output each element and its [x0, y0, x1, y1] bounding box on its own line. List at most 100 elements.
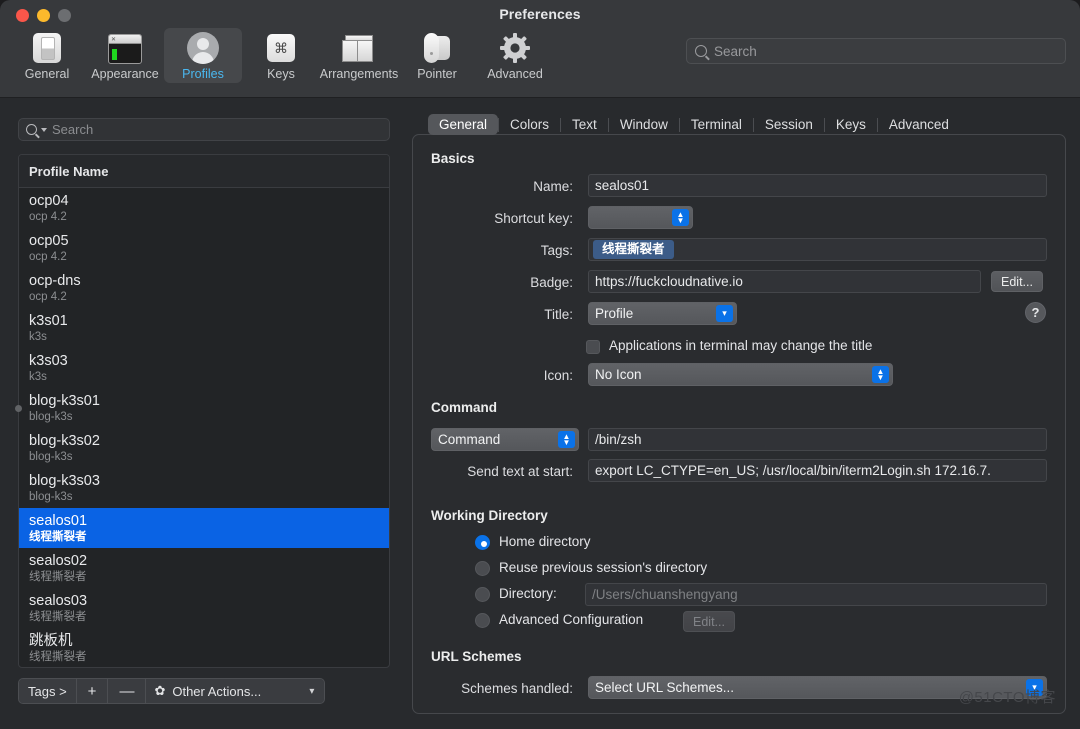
chevron-down-icon: ▾ [716, 305, 733, 322]
tab-session[interactable]: Session [754, 114, 824, 135]
profile-row-blog-k3s01[interactable]: blog-k3s01 blog-k3s [19, 388, 389, 428]
title-label: Title: [433, 307, 573, 322]
shortcut-key-select[interactable]: ▲▼ [588, 206, 693, 229]
general-icon [30, 32, 64, 64]
keys-icon: ⌘ [264, 32, 298, 64]
profile-row-sealos03[interactable]: sealos03 线程撕裂者 [19, 588, 389, 628]
preferences-window: Preferences General ✕ Appearance Profile… [0, 0, 1080, 729]
radio-advanced-configuration[interactable] [475, 613, 490, 628]
profile-row-blog-k3s03[interactable]: blog-k3s03 blog-k3s [19, 468, 389, 508]
toolbar-label: Advanced [487, 67, 543, 81]
profile-list-toolbar: Tags > + — ✿ Other Actions... ▾ [18, 678, 325, 704]
toolbar-item-pointer[interactable]: Pointer [398, 28, 476, 83]
profile-row-ocp04[interactable]: ocp04 ocp 4.2 [19, 188, 389, 228]
arrangements-icon [342, 32, 376, 64]
badge-edit-button[interactable]: Edit... [991, 271, 1043, 292]
detail-tabbar: General Colors Text Window Terminal Sess… [428, 113, 960, 136]
toolbar-label: Pointer [417, 67, 457, 81]
toolbar-label: Keys [267, 67, 295, 81]
tag-pill[interactable]: 线程撕裂者 [593, 240, 674, 259]
profile-name: blog-k3s03 [29, 473, 389, 490]
command-type-value: Command [438, 432, 500, 447]
other-actions-button[interactable]: ✿ Other Actions... ▾ [146, 679, 324, 703]
toolbar-item-arrangements[interactable]: Arrangements [320, 28, 398, 83]
profile-tag: ocp 4.2 [29, 290, 389, 305]
profile-row-sealos01[interactable]: sealos01 线程撕裂者 [19, 508, 389, 548]
column-header-profile-name: Profile Name [29, 164, 108, 179]
title-bar: Preferences General ✕ Appearance Profile… [0, 0, 1080, 98]
title-help-button[interactable]: ? [1025, 302, 1046, 323]
tab-window[interactable]: Window [609, 114, 679, 135]
toolbar-item-profiles[interactable]: Profiles [164, 28, 242, 83]
profile-tag: 线程撕裂者 [29, 650, 389, 665]
toolbar-item-keys[interactable]: ⌘ Keys [242, 28, 320, 83]
toolbar-item-advanced[interactable]: Advanced [476, 28, 554, 83]
tags-input[interactable]: 线程撕裂者 [588, 238, 1047, 261]
icon-label: Icon: [433, 368, 573, 383]
badge-input[interactable]: https://fuckcloudnative.io [588, 270, 981, 293]
profile-tag: blog-k3s [29, 450, 389, 465]
watermark: @51CTO博客 [959, 686, 1056, 707]
title-select[interactable]: Profile ▾ [588, 302, 737, 325]
profile-tag: 线程撕裂者 [29, 570, 389, 585]
radio-reuse-previous-directory-label: Reuse previous session's directory [499, 560, 707, 575]
profile-row-tiaobanji[interactable]: 跳板机 线程撕裂者 [19, 628, 389, 668]
toolbar-label: Arrangements [320, 67, 399, 81]
default-profile-indicator-icon [15, 405, 22, 412]
title-value: Profile [595, 306, 633, 321]
profile-tag: k3s [29, 370, 389, 385]
tab-terminal[interactable]: Terminal [680, 114, 753, 135]
badge-label: Badge: [433, 275, 573, 290]
profile-tag: blog-k3s [29, 490, 389, 505]
profile-row-k3s03[interactable]: k3s03 k3s [19, 348, 389, 388]
radio-home-directory[interactable] [475, 535, 490, 550]
profile-search-input[interactable]: Search [18, 118, 390, 141]
radio-advanced-configuration-label: Advanced Configuration [499, 612, 643, 627]
profile-row-blog-k3s02[interactable]: blog-k3s02 blog-k3s [19, 428, 389, 468]
send-text-at-start-input[interactable]: export LC_CTYPE=en_US; /usr/local/bin/it… [588, 459, 1047, 482]
profile-name: sealos01 [29, 513, 389, 530]
add-profile-button[interactable]: + [77, 679, 109, 703]
preferences-toolbar: General ✕ Appearance Profiles ⌘ Keys [8, 28, 554, 83]
other-actions-label: Other Actions... [172, 684, 261, 699]
profile-row-sealos02[interactable]: sealos02 线程撕裂者 [19, 548, 389, 588]
tab-colors[interactable]: Colors [499, 114, 560, 135]
remove-profile-button[interactable]: — [108, 679, 146, 703]
app-may-change-title-checkbox[interactable] [586, 340, 600, 354]
toolbar-item-appearance[interactable]: ✕ Appearance [86, 28, 164, 83]
toolbar-item-general[interactable]: General [8, 28, 86, 83]
radio-directory[interactable] [475, 587, 490, 602]
schemes-handled-label: Schemes handled: [425, 681, 573, 696]
tab-keys[interactable]: Keys [825, 114, 877, 135]
icon-select[interactable]: No Icon ▲▼ [588, 363, 893, 386]
schemes-handled-value: Select URL Schemes... [595, 680, 734, 695]
app-may-change-title-label: Applications in terminal may change the … [609, 338, 872, 353]
profile-tag: blog-k3s [29, 410, 389, 425]
shortcut-key-label: Shortcut key: [433, 211, 573, 226]
stepper-icon: ▲▼ [672, 209, 689, 226]
tab-general[interactable]: General [428, 114, 498, 135]
preferences-search-field[interactable]: Search [686, 38, 1066, 64]
radio-reuse-previous-directory[interactable] [475, 561, 490, 576]
profile-tag: 线程撕裂者 [29, 610, 389, 625]
profile-list-body: ocp04 ocp 4.2 ocp05 ocp 4.2 ocp-dns ocp … [19, 188, 389, 668]
directory-input[interactable]: /Users/chuanshengyang [585, 583, 1047, 606]
profile-row-ocp05[interactable]: ocp05 ocp 4.2 [19, 228, 389, 268]
name-label: Name: [433, 179, 573, 194]
profile-name: ocp04 [29, 193, 389, 210]
profile-list: Profile Name ocp04 ocp 4.2 ocp05 ocp 4.2… [18, 154, 390, 668]
command-input[interactable]: /bin/zsh [588, 428, 1047, 451]
profile-row-ocp-dns[interactable]: ocp-dns ocp 4.2 [19, 268, 389, 308]
tab-text[interactable]: Text [561, 114, 608, 135]
command-type-select[interactable]: Command ▲▼ [431, 428, 579, 451]
profile-tag: 线程撕裂者 [29, 530, 389, 545]
tags-button[interactable]: Tags > [19, 679, 77, 703]
section-heading-url-schemes: URL Schemes [431, 649, 522, 664]
tab-advanced[interactable]: Advanced [878, 114, 960, 135]
profile-name: ocp-dns [29, 273, 389, 290]
profile-tag: ocp 4.2 [29, 210, 389, 225]
profile-name: k3s03 [29, 353, 389, 370]
name-input[interactable]: sealos01 [588, 174, 1047, 197]
profile-row-k3s01[interactable]: k3s01 k3s [19, 308, 389, 348]
profile-tag: k3s [29, 330, 389, 345]
